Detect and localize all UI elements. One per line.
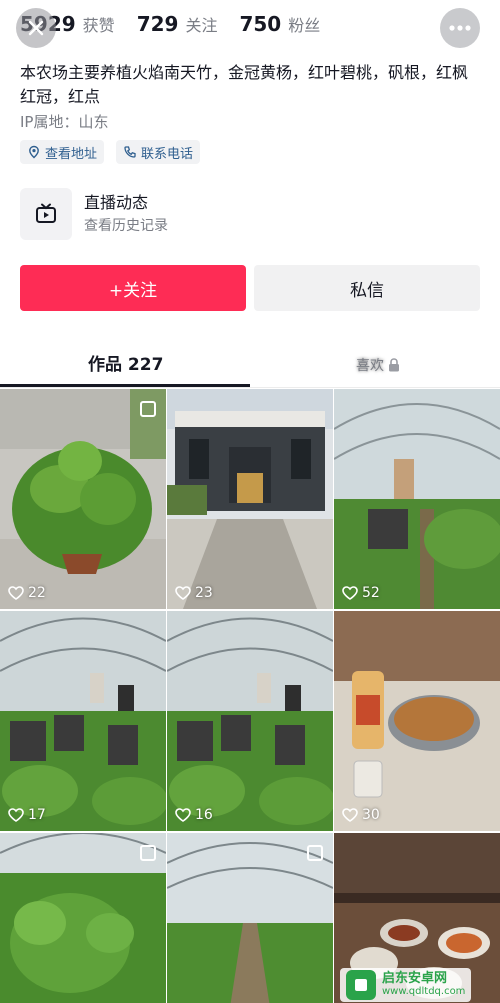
greenhouse-workers-image xyxy=(0,611,166,831)
likes-count: 22 xyxy=(28,585,46,601)
multi-image-icon xyxy=(307,845,323,861)
location-pin-icon xyxy=(29,145,39,159)
tab-likes[interactable]: 喜欢 xyxy=(356,350,400,379)
site-logo-icon xyxy=(346,970,376,1000)
stat-label: 粉丝 xyxy=(288,16,321,35)
likes-count: 23 xyxy=(195,585,213,601)
video-likes: 16 xyxy=(175,807,213,823)
live-text: 直播动态 查看历史记录 xyxy=(84,191,168,237)
video-thumbnail[interactable]: 52 xyxy=(334,389,500,609)
video-thumbnail[interactable]: 17 xyxy=(0,611,166,831)
greenhouse-image xyxy=(334,389,500,609)
contact-tags: 查看地址 联系电话 xyxy=(20,140,201,164)
tag-label: 联系电话 xyxy=(141,146,194,162)
tag-label: 查看地址 xyxy=(45,146,98,162)
multi-image-icon xyxy=(140,401,156,417)
video-thumbnail[interactable] xyxy=(167,833,333,1003)
video-likes: 22 xyxy=(8,585,46,601)
active-tab-indicator xyxy=(0,384,250,387)
watermark-url: www.qdltdq.com xyxy=(382,986,466,997)
stat-number: 750 xyxy=(239,12,282,36)
live-tv-icon xyxy=(20,188,72,240)
video-grid: 22 23 52 17 16 30 xyxy=(0,389,500,1003)
contact-phone-tag[interactable]: 联系电话 xyxy=(116,140,201,164)
watermark-name: 启东安卓网 xyxy=(382,971,448,986)
view-address-tag[interactable]: 查看地址 xyxy=(20,140,105,164)
heart-icon xyxy=(175,808,191,822)
video-thumbnail[interactable]: 30 xyxy=(334,611,500,831)
video-thumbnail[interactable]: 23 xyxy=(167,389,333,609)
back-button[interactable] xyxy=(16,8,56,48)
live-title: 直播动态 xyxy=(84,193,149,212)
more-dots-icon xyxy=(449,25,471,31)
video-likes: 52 xyxy=(342,585,380,601)
heart-icon xyxy=(8,808,24,822)
likes-count: 16 xyxy=(195,807,213,823)
stat-label: 关注 xyxy=(185,16,218,35)
heart-icon xyxy=(8,586,24,600)
greenhouse-workers-image xyxy=(167,611,333,831)
live-history-entry[interactable]: 直播动态 查看历史记录 xyxy=(20,188,168,240)
site-watermark: 启东安卓网 www.qdltdq.com xyxy=(340,968,472,1002)
more-button[interactable] xyxy=(440,8,480,48)
tab-likes-label: 喜欢 xyxy=(356,357,384,374)
video-thumbnail[interactable]: 22 xyxy=(0,389,166,609)
stat-following[interactable]: 729 关注 xyxy=(137,12,218,36)
profile-bio: 本农场主要养植火焰南天竹，金冠黄杨，红叶碧桃，矾根，红枫红冠，红点 xyxy=(20,63,469,106)
lock-icon xyxy=(389,357,399,371)
close-icon xyxy=(28,20,44,36)
potted-plant-image xyxy=(0,389,166,609)
message-button[interactable]: 私信 xyxy=(254,265,480,311)
multi-image-icon xyxy=(140,845,156,861)
video-likes: 30 xyxy=(342,807,380,823)
video-likes: 17 xyxy=(8,807,46,823)
live-subtitle: 查看历史记录 xyxy=(84,218,168,234)
tab-works[interactable]: 作品 227 xyxy=(88,350,163,375)
likes-count: 30 xyxy=(362,807,380,823)
video-thumbnail[interactable]: 16 xyxy=(167,611,333,831)
video-likes: 23 xyxy=(175,585,213,601)
ip-location: IP属地：山东 xyxy=(20,113,109,131)
heart-icon xyxy=(175,586,191,600)
video-thumbnail[interactable] xyxy=(0,833,166,1003)
likes-count: 17 xyxy=(28,807,46,823)
building-image xyxy=(167,389,333,609)
stat-label: 获赞 xyxy=(82,16,115,35)
follow-button[interactable]: +关注 xyxy=(20,265,246,311)
likes-count: 52 xyxy=(362,585,380,601)
profile-stats: 5929 获赞 729 关注 750 粉丝 xyxy=(20,12,320,36)
heart-icon xyxy=(342,586,358,600)
dinner-table-image xyxy=(334,611,500,831)
phone-icon xyxy=(124,146,136,158)
heart-icon xyxy=(342,808,358,822)
content-tabs: 作品 227 喜欢 xyxy=(0,340,500,388)
stat-number: 729 xyxy=(136,12,179,36)
stat-followers[interactable]: 750 粉丝 xyxy=(239,12,320,36)
